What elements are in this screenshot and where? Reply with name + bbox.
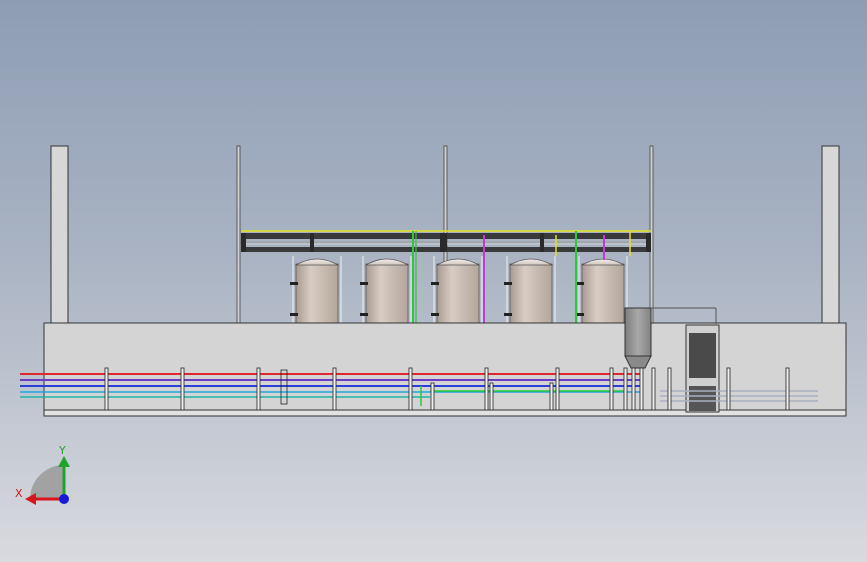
column-left bbox=[50, 145, 69, 325]
pipe-support bbox=[609, 367, 614, 411]
pipe-support bbox=[430, 382, 435, 411]
column-right bbox=[821, 145, 840, 325]
pipe-support bbox=[667, 367, 672, 411]
tank bbox=[360, 256, 412, 324]
axis-triad: Y X bbox=[15, 444, 70, 505]
pipe-support bbox=[785, 367, 790, 411]
pipe-support bbox=[332, 367, 337, 411]
pipe-support bbox=[408, 367, 413, 411]
pipe-support bbox=[489, 382, 494, 411]
tank bbox=[431, 256, 483, 324]
y-axis-label: Y bbox=[58, 444, 66, 457]
pipe-support bbox=[104, 367, 109, 411]
equipment-box bbox=[685, 324, 720, 413]
tank bbox=[290, 256, 342, 324]
pipe-support bbox=[180, 367, 185, 411]
x-axis-label: X bbox=[15, 487, 23, 500]
z-axis-dot bbox=[59, 494, 69, 504]
tank bbox=[504, 256, 556, 324]
pipe-support bbox=[639, 367, 644, 411]
post-1 bbox=[236, 145, 241, 325]
pipe-support bbox=[484, 367, 489, 411]
pipe-support bbox=[651, 367, 656, 411]
pipe-support bbox=[623, 367, 628, 411]
pipe-support bbox=[726, 367, 731, 411]
pipe-support bbox=[555, 367, 560, 411]
tank bbox=[576, 256, 628, 324]
pipe-support bbox=[256, 367, 261, 411]
y-arrow-head bbox=[58, 456, 70, 467]
building-base bbox=[43, 322, 847, 417]
pipe-rack bbox=[241, 230, 651, 252]
cad-viewport[interactable]: Y X bbox=[0, 0, 867, 562]
pipe-support bbox=[631, 367, 636, 411]
pipe-support bbox=[549, 382, 554, 411]
